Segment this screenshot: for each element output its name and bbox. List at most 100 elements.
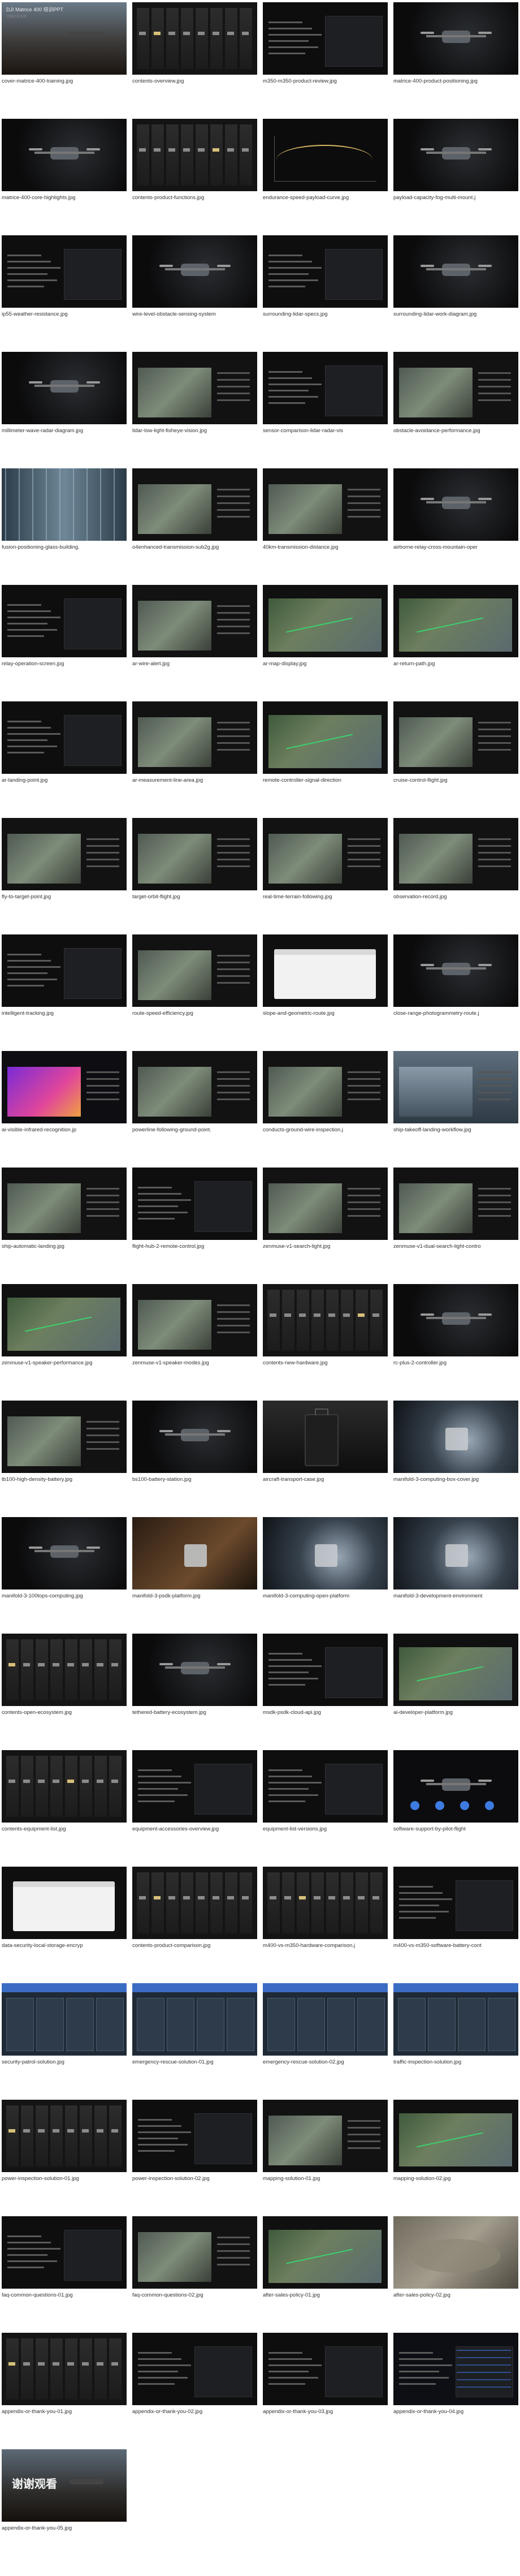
thumbnail-filename[interactable]: after-sales-policy-02.jpg xyxy=(393,2292,518,2299)
gallery-item[interactable]: flight-hub-2-remote-control.jpg xyxy=(132,1168,257,1250)
slide-thumbnail[interactable] xyxy=(132,585,257,657)
thumbnail-filename[interactable]: ai-developer-platform.jpg xyxy=(393,1709,518,1716)
slide-thumbnail[interactable] xyxy=(393,1750,518,1823)
gallery-item[interactable]: aircraft-transport-case.jpg xyxy=(263,1401,388,1483)
thumbnail-filename[interactable]: obstacle-avoidance-performance.jpg xyxy=(393,428,518,434)
thumbnail-filename[interactable]: appendix-or-thank-you-02.jpg xyxy=(132,2409,257,2415)
slide-thumbnail[interactable] xyxy=(2,1051,127,1123)
gallery-item[interactable]: DJI Matrice 400 培训PPT 大疆行业应用 cover-matrice… xyxy=(2,2,127,85)
slide-thumbnail[interactable] xyxy=(132,1517,257,1589)
thumbnail-filename[interactable]: faq-common-questions-02.jpg xyxy=(132,2292,257,2299)
gallery-item[interactable]: target-orbit-flight.jpg xyxy=(132,818,257,901)
thumbnail-filename[interactable]: after-sales-policy-01.jpg xyxy=(263,2292,388,2299)
slide-thumbnail[interactable] xyxy=(2,1634,127,1706)
slide-thumbnail[interactable] xyxy=(263,1867,388,1939)
slide-thumbnail[interactable] xyxy=(132,934,257,1007)
gallery-item[interactable]: matrice-400-core-highlights.jpg xyxy=(2,119,127,201)
thumbnail-filename[interactable]: contents-product-functions.jpg xyxy=(132,195,257,201)
slide-thumbnail[interactable] xyxy=(132,1983,257,2056)
slide-thumbnail[interactable] xyxy=(132,468,257,541)
gallery-item[interactable]: ship-takeoff-landing-workflow.jpg xyxy=(393,1051,518,1134)
slide-thumbnail[interactable] xyxy=(263,701,388,774)
slide-thumbnail[interactable] xyxy=(132,2333,257,2405)
thumbnail-filename[interactable]: aircraft-transport-case.jpg xyxy=(263,1476,388,1483)
thumbnail-filename[interactable]: m400-vs-m350-hardware-comparison.j xyxy=(263,1942,388,1949)
slide-thumbnail[interactable] xyxy=(263,1517,388,1589)
slide-thumbnail[interactable] xyxy=(393,1051,518,1123)
slide-thumbnail[interactable] xyxy=(2,585,127,657)
thumbnail-filename[interactable]: surrounding-lidar-work-diagram.jpg xyxy=(393,311,518,318)
slide-thumbnail[interactable] xyxy=(132,352,257,424)
thumbnail-filename[interactable]: traffic-inspection-solution.jpg xyxy=(393,2059,518,2066)
slide-thumbnail[interactable] xyxy=(2,2216,127,2289)
slide-thumbnail[interactable] xyxy=(393,818,518,890)
gallery-item[interactable]: equipment-accessories-overview.jpg xyxy=(132,1750,257,1833)
slide-thumbnail[interactable] xyxy=(2,1750,127,1823)
slide-thumbnail[interactable] xyxy=(263,585,388,657)
gallery-item[interactable]: m350-m350-product-review.jpg xyxy=(263,2,388,85)
gallery-item[interactable]: intelligent-tracking.jpg xyxy=(2,934,127,1017)
slide-thumbnail[interactable] xyxy=(132,1051,257,1123)
gallery-item[interactable]: cruise-control-flight.jpg xyxy=(393,701,518,784)
gallery-item[interactable]: mapping-solution-02.jpg xyxy=(393,2100,518,2182)
thumbnail-filename[interactable]: cruise-control-flight.jpg xyxy=(393,777,518,784)
thumbnail-filename[interactable]: relay-operation-screen.jpg xyxy=(2,661,127,667)
thumbnail-filename[interactable]: slope-and-geometric-route.jpg xyxy=(263,1010,388,1017)
gallery-item[interactable]: matrice-400-product-positioning.jpg xyxy=(393,2,518,85)
gallery-item[interactable]: appendix-or-thank-you-01.jpg xyxy=(2,2333,127,2415)
slide-thumbnail[interactable] xyxy=(393,1867,518,1939)
gallery-item[interactable]: contents-new-hardware.jpg xyxy=(263,1284,388,1367)
thumbnail-filename[interactable]: msdk-psdk-cloud-api.jpg xyxy=(263,1709,388,1716)
thumbnail-filename[interactable]: manifold-3-100tops-computing.jpg xyxy=(2,1593,127,1600)
thumbnail-filename[interactable]: contents-equipment-list.jpg xyxy=(2,1826,127,1833)
gallery-item[interactable]: 40km-transmission-distance.jpg xyxy=(263,468,388,551)
thumbnail-filename[interactable]: faq-common-questions-01.jpg xyxy=(2,2292,127,2299)
thumbnail-filename[interactable]: endurance-speed-payload-curve.jpg xyxy=(263,195,388,201)
thumbnail-filename[interactable]: fly-to-target-point.jpg xyxy=(2,894,127,901)
thumbnail-filename[interactable]: emergency-rescue-solution-01.jpg xyxy=(132,2059,257,2066)
slide-thumbnail[interactable] xyxy=(393,2333,518,2405)
slide-thumbnail[interactable] xyxy=(393,1983,518,2056)
slide-thumbnail[interactable] xyxy=(2,1401,127,1473)
gallery-item[interactable]: tethered-battery-ecosystem.jpg xyxy=(132,1634,257,1716)
slide-thumbnail[interactable] xyxy=(263,119,388,191)
slide-thumbnail[interactable] xyxy=(263,352,388,424)
thumbnail-filename[interactable]: payload-capacity-fog-multi-mount.j xyxy=(393,195,518,201)
gallery-item[interactable]: bs100-battery-station.jpg xyxy=(132,1401,257,1483)
slide-thumbnail[interactable] xyxy=(2,1284,127,1356)
slide-thumbnail[interactable] xyxy=(2,2333,127,2405)
slide-thumbnail[interactable] xyxy=(132,1750,257,1823)
gallery-item[interactable]: manifold-3-computing-open-platform xyxy=(263,1517,388,1600)
slide-thumbnail[interactable] xyxy=(393,352,518,424)
gallery-item[interactable]: fusion-positioning-glass-building. xyxy=(2,468,127,551)
slide-thumbnail[interactable] xyxy=(263,1750,388,1823)
thumbnail-filename[interactable]: bs100-battery-station.jpg xyxy=(132,1476,257,1483)
gallery-item[interactable]: fly-to-target-point.jpg xyxy=(2,818,127,901)
gallery-item[interactable]: after-sales-policy-01.jpg xyxy=(263,2216,388,2299)
thumbnail-filename[interactable]: appendix-or-thank-you-03.jpg xyxy=(263,2409,388,2415)
gallery-item[interactable]: emergency-rescue-solution-01.jpg xyxy=(132,1983,257,2066)
slide-thumbnail[interactable] xyxy=(263,1168,388,1240)
slide-thumbnail[interactable] xyxy=(132,1168,257,1240)
thumbnail-filename[interactable]: contents-new-hardware.jpg xyxy=(263,1360,388,1367)
slide-thumbnail[interactable] xyxy=(393,235,518,308)
thumbnail-filename[interactable]: appendix-or-thank-you-01.jpg xyxy=(2,2409,127,2415)
slide-thumbnail[interactable] xyxy=(2,352,127,424)
thumbnail-filename[interactable]: ip55-weather-resistance.jpg xyxy=(2,311,127,318)
thumbnail-filename[interactable]: contents-overview.jpg xyxy=(132,78,257,85)
thumbnail-filename[interactable]: ai-visible-infrared-recognition.jp xyxy=(2,1127,127,1134)
slide-thumbnail[interactable] xyxy=(132,2216,257,2289)
slide-thumbnail[interactable] xyxy=(2,1517,127,1589)
slide-thumbnail[interactable] xyxy=(393,934,518,1007)
thumbnail-filename[interactable]: ar-return-path.jpg xyxy=(393,661,518,667)
thumbnail-filename[interactable]: close-range-photogrammetry-route.j xyxy=(393,1010,518,1017)
thumbnail-filename[interactable]: surrounding-lidar-specs.jpg xyxy=(263,311,388,318)
thumbnail-filename[interactable]: software-support-by-pilot-flight xyxy=(393,1826,518,1833)
slide-thumbnail[interactable] xyxy=(132,235,257,308)
gallery-item[interactable]: contents-product-functions.jpg xyxy=(132,119,257,201)
gallery-item[interactable]: appendix-or-thank-you-03.jpg xyxy=(263,2333,388,2415)
thumbnail-filename[interactable]: lidar-low-light-fisheye-vision.jpg xyxy=(132,428,257,434)
gallery-item[interactable]: airborne-relay-cross-mountain-oper xyxy=(393,468,518,551)
slide-thumbnail[interactable] xyxy=(263,2100,388,2172)
thumbnail-filename[interactable]: power-inspection-solution-02.jpg xyxy=(132,2176,257,2182)
